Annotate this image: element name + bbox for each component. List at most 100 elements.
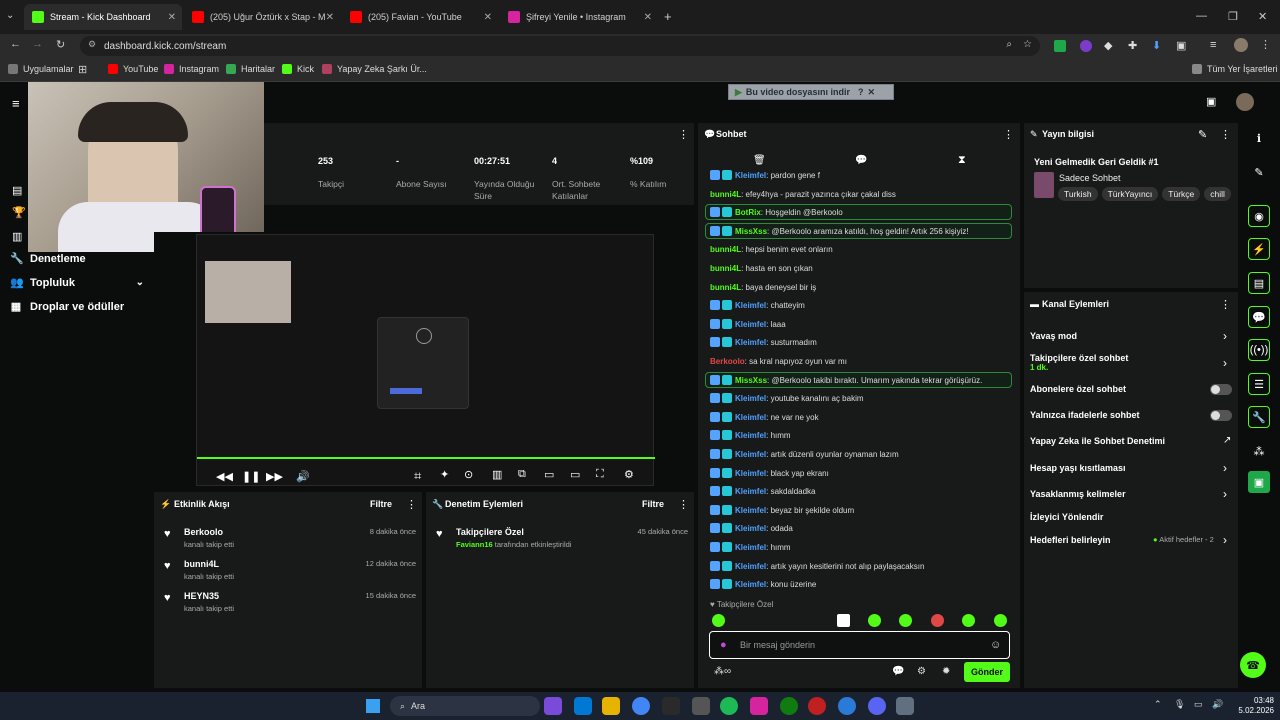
chat-username[interactable]: Kleimfel: [735, 431, 766, 440]
user-avatar[interactable]: [1236, 93, 1254, 111]
xbox-icon[interactable]: [780, 697, 798, 715]
nav-icon[interactable]: ▥: [12, 230, 22, 243]
extension-icon[interactable]: [1054, 40, 1066, 52]
crop-icon[interactable]: ⌗: [414, 468, 421, 484]
nav-moderation[interactable]: 🔧 Denetleme: [10, 252, 86, 266]
ai-moderation-item[interactable]: Yapay Zeka ile Sohbet Denetimi: [1030, 436, 1165, 446]
menu-list-icon[interactable]: ≡: [1210, 39, 1216, 51]
mic-icon[interactable]: 🎙: [1174, 699, 1185, 710]
layers-icon[interactable]: ☰: [1248, 373, 1270, 395]
chat-username[interactable]: Kleimfel: [735, 506, 766, 515]
chat-message[interactable]: Kleimfel: odada: [710, 520, 793, 536]
emoji-icon[interactable]: ☺: [990, 639, 1001, 651]
window-close-icon[interactable]: ✕: [1258, 10, 1267, 23]
kebab-menu-icon[interactable]: ⋮: [1220, 128, 1231, 141]
chat-username[interactable]: bunni4L: [710, 245, 741, 254]
hourglass-icon[interactable]: ⧗: [958, 154, 966, 167]
windows-start-icon[interactable]: [366, 699, 380, 713]
chat-message[interactable]: Kleimfel: ne var ne yok: [710, 409, 819, 425]
reload-icon[interactable]: ↻: [56, 38, 65, 51]
kebab-menu-icon[interactable]: ⋮: [1260, 38, 1271, 51]
chat-username[interactable]: Kleimfel: [735, 413, 766, 422]
host-viewers-item[interactable]: İzleyici Yönlendir: [1030, 512, 1103, 522]
chat-username[interactable]: Kleimfel: [735, 450, 766, 459]
chevron-right-icon[interactable]: ›: [1223, 487, 1227, 501]
chevron-right-icon[interactable]: ›: [1223, 533, 1227, 547]
pip-icon[interactable]: ⧉: [518, 468, 526, 481]
camera-icon[interactable]: ⊙: [464, 468, 473, 481]
chat-message[interactable]: bunni4L: baya deneysel bir iş: [710, 279, 816, 295]
app-icon[interactable]: [838, 697, 856, 715]
app-icon[interactable]: [544, 697, 562, 715]
chat-username[interactable]: bunni4L: [710, 190, 741, 199]
extensions-puzzle-icon[interactable]: ▣: [1176, 39, 1186, 52]
pencil-icon[interactable]: ✎: [1248, 161, 1270, 183]
chat-username[interactable]: Berkoolo: [710, 357, 745, 366]
chat-username[interactable]: Kleimfel: [735, 338, 766, 347]
hamburger-menu-icon[interactable]: ≡: [12, 96, 20, 111]
emote-icon[interactable]: [712, 614, 725, 627]
chat-message[interactable]: bunni4L: hasta en son çıkan: [710, 260, 813, 276]
extension-icon[interactable]: ◆: [1104, 39, 1112, 52]
emote-icon[interactable]: [868, 614, 881, 627]
kebab-menu-icon[interactable]: ⋮: [1220, 298, 1231, 311]
tab-list-icon[interactable]: ⌄: [6, 10, 14, 21]
bookmark-star-icon[interactable]: ☆: [1023, 39, 1032, 50]
bookmark-maps[interactable]: Haritalar: [226, 64, 275, 74]
nav-community[interactable]: 👥 Topluluk ⌄: [10, 276, 144, 290]
chat-message[interactable]: BotRix: Hoşgeldin @Berkoolo: [710, 204, 843, 220]
subscribers-only-toggle[interactable]: [1210, 384, 1232, 395]
quick-action-icon[interactable]: ◉: [1248, 205, 1270, 227]
list-icon[interactable]: ▤: [1248, 272, 1270, 294]
chat-message[interactable]: Kleimfel: black yap ekranı: [710, 465, 829, 481]
kebab-menu-icon[interactable]: ⋮: [1003, 128, 1014, 141]
chat-tools-icon[interactable]: ⁂∞: [714, 666, 731, 677]
chat-message[interactable]: Kleimfel: susturmadım: [710, 334, 817, 350]
forward-icon[interactable]: ▶▶: [266, 470, 283, 483]
trash-icon[interactable]: 🗑: [753, 155, 766, 166]
chat-message[interactable]: Kleimfel: konu üzerine: [710, 576, 816, 592]
emote-icon[interactable]: [962, 614, 975, 627]
taskbar-search[interactable]: ⌕ Ara: [390, 696, 540, 716]
emote-icon[interactable]: [899, 614, 912, 627]
rewind-icon[interactable]: ◀◀: [216, 470, 233, 483]
chat-username[interactable]: Kleimfel: [735, 469, 766, 478]
discord-icon[interactable]: [868, 697, 886, 715]
gear-badge-icon[interactable]: ✹: [942, 666, 950, 677]
chat-username[interactable]: BotRix: [735, 208, 761, 217]
send-button[interactable]: Gönder: [964, 662, 1010, 682]
bolt-icon[interactable]: ⚡: [1248, 238, 1270, 260]
pencil-icon[interactable]: ✎: [1198, 128, 1207, 141]
bookmark-ai-song[interactable]: Yapay Zeka Şarkı Ür...: [322, 64, 427, 74]
account-age-item[interactable]: Hesap yaşı kısıtlaması: [1030, 463, 1126, 473]
nav-drops[interactable]: ▦ Droplar ve ödüller: [10, 300, 124, 314]
followers-only-item[interactable]: Takipçilere özel sohbet: [1030, 353, 1128, 363]
volume-icon[interactable]: 🔊: [1212, 699, 1223, 710]
chat-input[interactable]: ● Bir mesaj gönderin ☺: [709, 631, 1010, 659]
chat-username[interactable]: Kleimfel: [735, 524, 766, 533]
settings-gear-icon[interactable]: ⚙: [624, 468, 634, 481]
close-icon[interactable]: ✕: [326, 12, 334, 23]
emote-icon[interactable]: [931, 614, 944, 627]
settings-gear-icon[interactable]: [896, 697, 914, 715]
kebab-menu-icon[interactable]: ⋮: [678, 498, 689, 511]
tab-instagram[interactable]: Şifreyi Yenile • Instagram ✕: [500, 4, 658, 30]
close-icon[interactable]: ✕: [168, 12, 176, 23]
download-icon[interactable]: ⬇: [1152, 39, 1161, 52]
chat-bubble-icon[interactable]: 💬: [892, 666, 904, 677]
chat-message[interactable]: MissXss: @Berkoolo takibi bıraktı. Umarı…: [710, 372, 982, 388]
chat-message[interactable]: Berkoolo: sa kral napıyoz oyun var mı: [710, 353, 847, 369]
app-icon[interactable]: [808, 697, 826, 715]
forward-icon[interactable]: →: [32, 38, 43, 50]
monitor-icon[interactable]: ▭: [1194, 699, 1203, 710]
minimize-icon[interactable]: —: [1196, 10, 1207, 22]
nav-icon[interactable]: ▤: [12, 184, 22, 197]
emote-only-toggle[interactable]: [1210, 410, 1232, 421]
chat-username[interactable]: Kleimfel: [735, 580, 766, 589]
maximize-icon[interactable]: ❐: [1228, 10, 1238, 23]
volume-icon[interactable]: 🔊: [296, 470, 310, 483]
kebab-menu-icon[interactable]: ⋮: [406, 498, 417, 511]
chat-username[interactable]: MissXss: [735, 227, 767, 236]
tag[interactable]: chill: [1204, 187, 1231, 201]
tray-chevron-icon[interactable]: ⌃: [1154, 699, 1162, 710]
